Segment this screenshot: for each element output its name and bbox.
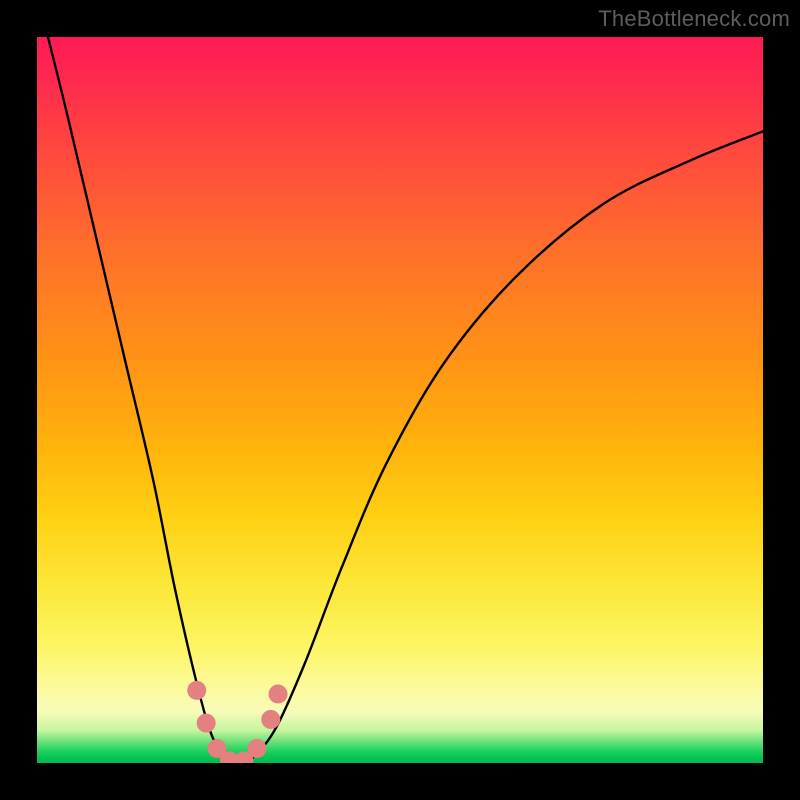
marker-group (187, 681, 287, 763)
curve-marker (269, 685, 288, 704)
curve-marker (247, 739, 266, 758)
chart-svg (37, 37, 763, 763)
curve-marker (197, 714, 216, 733)
plot-area (37, 37, 763, 763)
watermark-text: TheBottleneck.com (598, 6, 790, 32)
curve-marker (187, 681, 206, 700)
chart-frame: TheBottleneck.com (0, 0, 800, 800)
bottleneck-curve (37, 37, 763, 763)
curve-marker (261, 710, 280, 729)
